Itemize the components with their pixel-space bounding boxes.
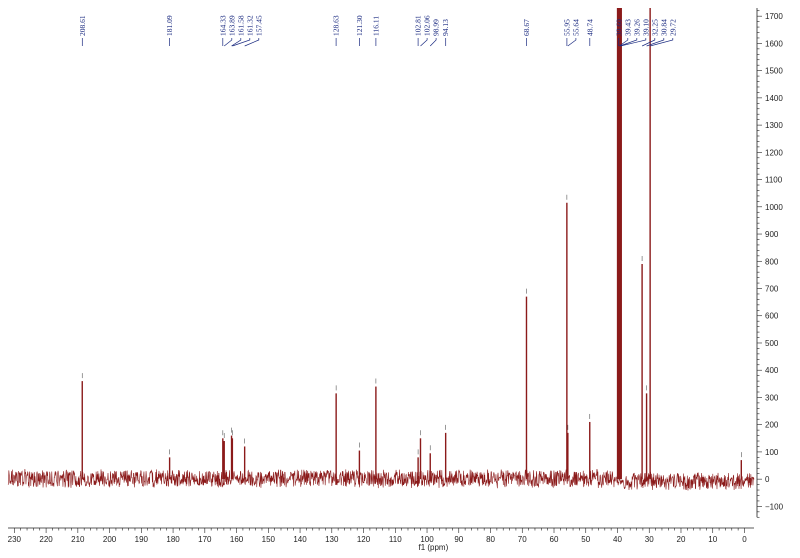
peak-label-leader (650, 38, 674, 47)
x-tick-label: 210 (71, 535, 85, 544)
peak-label: 30.84 (659, 19, 668, 36)
x-tick-label: 130 (325, 535, 339, 544)
x-tick-label: 170 (198, 535, 212, 544)
y-tick-label: 1000 (765, 203, 783, 212)
peak-label: 94.13 (441, 19, 450, 36)
x-tick-label: 10 (708, 535, 717, 544)
x-tick-label: 220 (39, 535, 53, 544)
x-tick-label: 120 (357, 535, 371, 544)
peak-label: 55.95 (562, 19, 571, 36)
peak-lines (81, 8, 743, 480)
peak-label: 157.45 (254, 15, 263, 36)
y-tick-label: 1400 (765, 94, 783, 103)
peak-label-leader (641, 38, 656, 47)
peak-labels: 208.61 181.09 164.33 163.89 161.58 161.32 157.… (78, 15, 677, 47)
x-tick-label: 70 (518, 535, 527, 544)
x-tick-label: 30 (645, 535, 654, 544)
peak-label: 163.89 (227, 15, 236, 36)
x-tick-label: 200 (103, 535, 117, 544)
y-tick-label: 1200 (765, 148, 783, 157)
peak-label: 39.10 (641, 19, 650, 36)
peak-label: 102.06 (423, 15, 432, 36)
peak-label-leader (620, 38, 647, 47)
y-tick-label: 1500 (765, 67, 783, 76)
x-tick-label: 160 (230, 535, 244, 544)
x-tick-label: 190 (135, 535, 149, 544)
x-tick-label: 60 (550, 535, 559, 544)
y-tick-label: 0 (765, 475, 770, 484)
solvent-peak-block (616, 8, 622, 480)
peak-label: 128.63 (332, 15, 341, 36)
peak-label-leader (567, 38, 577, 47)
x-tick-label: 50 (581, 535, 590, 544)
peak-label: 161.58 (236, 15, 245, 36)
y-tick-label: 800 (765, 257, 779, 266)
peak-label: 55.64 (571, 19, 580, 36)
y-tick-label: 1100 (765, 176, 783, 185)
x-axis: 230 220 210 200 190 180 170 160 150 140 130 120 110 1… (8, 527, 754, 544)
peak-label: 39.60 (614, 19, 623, 36)
y-tick-label: 100 (765, 448, 779, 457)
y-tick-label: 1700 (765, 12, 783, 21)
x-tick-label: 140 (293, 535, 307, 544)
y-tick-label: 300 (765, 393, 779, 402)
y-tick-label: 1600 (765, 39, 783, 48)
peak-label: 48.74 (585, 19, 594, 36)
nmr-spectrum-chart: 208.61 181.09 164.33 163.89 161.58 161.32 157.… (8, 8, 784, 552)
x-axis-title: f1 (ppm) (418, 543, 448, 552)
x-tick-label: 180 (166, 535, 180, 544)
y-tick-label: −100 (765, 502, 784, 511)
x-tick-label: 40 (613, 535, 622, 544)
peak-label: 121.30 (355, 15, 364, 36)
peak-label: 181.09 (165, 15, 174, 36)
x-tick-label: 150 (262, 535, 276, 544)
y-tick-label: 900 (765, 230, 779, 239)
peak-label: 98.99 (432, 19, 441, 36)
peak-label: 164.33 (218, 15, 227, 36)
y-tick-label: 600 (765, 312, 779, 321)
y-tick-label: 200 (765, 421, 779, 430)
x-tick-label: 80 (486, 535, 495, 544)
x-tick-label: 230 (8, 535, 22, 544)
x-tick-label: 110 (389, 535, 402, 544)
peak-label-leader (619, 38, 638, 47)
peak-label: 161.32 (245, 15, 254, 36)
peak-label-leader (223, 38, 233, 47)
y-tick-label: 1300 (765, 121, 783, 130)
y-tick-label: 700 (765, 285, 779, 294)
peak-label: 102.81 (414, 15, 423, 36)
peak-label-leader (420, 38, 428, 47)
peak-label: 68.67 (522, 19, 531, 36)
y-tick-label: 400 (765, 366, 779, 375)
peak-label-leader (429, 38, 437, 47)
peak-label-leader (244, 38, 260, 47)
x-tick-label: 0 (742, 535, 747, 544)
x-tick-label: 90 (454, 535, 463, 544)
peak-label: 39.43 (623, 19, 632, 36)
peak-label: 116.11 (371, 16, 380, 36)
x-tick-label: 20 (677, 535, 686, 544)
peak-label: 29.72 (668, 19, 677, 36)
y-axis: −100 0 100 200 300 400 500 600 700 800 900 1000 1100… (756, 8, 784, 518)
y-tick-label: 500 (765, 339, 779, 348)
peak-label: 39.26 (632, 19, 641, 36)
peak-label: 32.25 (650, 19, 659, 36)
peak-label: 208.61 (78, 15, 87, 36)
